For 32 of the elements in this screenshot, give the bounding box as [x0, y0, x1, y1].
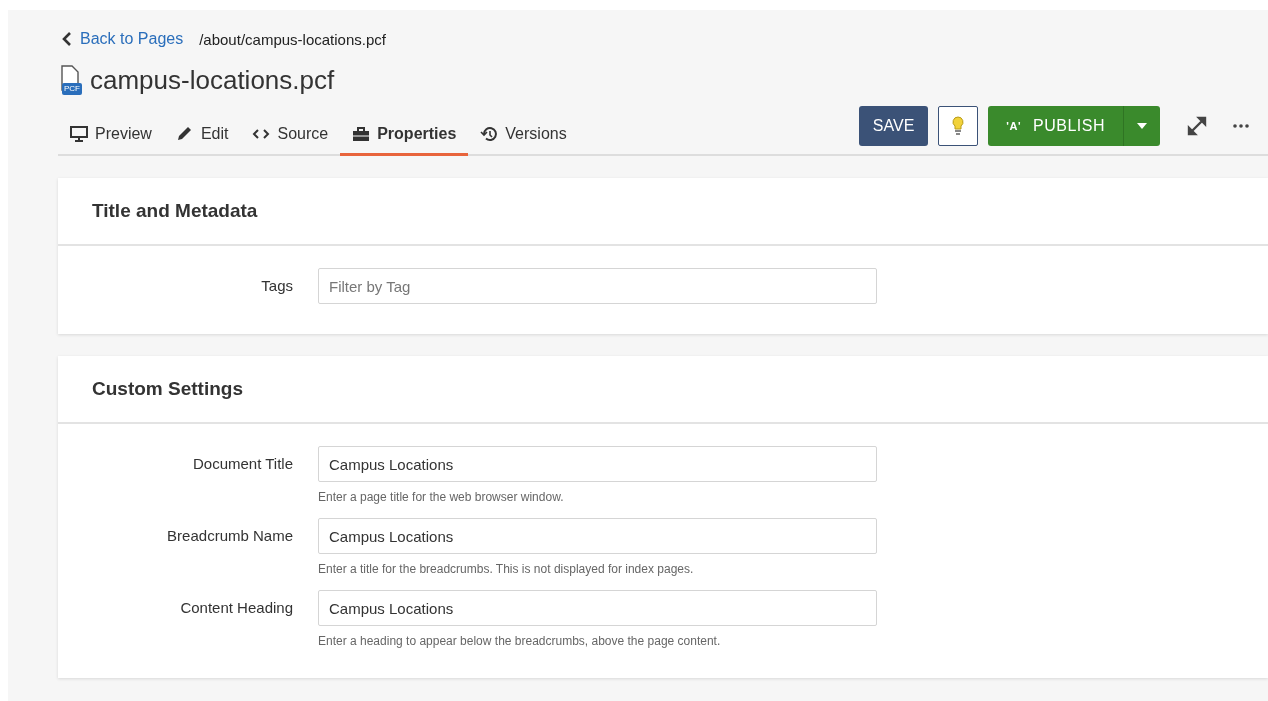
- help-text: Enter a page title for the web browser window.: [318, 490, 565, 504]
- help-text: Enter a title for the breadcrumbs. This is not displayed for index pages.: [318, 562, 695, 576]
- field-label: Tags: [260, 276, 293, 296]
- monitor-icon: [70, 126, 88, 142]
- tab[interactable]: Preview: [58, 115, 164, 156]
- section-title: Custom Settings: [58, 356, 1268, 424]
- tab[interactable]: Properties: [340, 115, 469, 156]
- text-field[interactable]: Campus Locations: [318, 446, 877, 482]
- lightbulb-icon: [952, 116, 965, 136]
- more-icon: [1233, 124, 1249, 128]
- page-path: /about/campus-locations.pcf: [199, 30, 386, 48]
- file-name: campus-locations.pcf: [90, 64, 335, 96]
- tab[interactable]: Edit: [163, 115, 241, 156]
- lightbulb-button[interactable]: [938, 106, 979, 146]
- pencil-icon: [175, 126, 194, 142]
- tab[interactable]: Source: [240, 115, 341, 156]
- save-button[interactable]: SAVE: [858, 106, 929, 146]
- caret-icon: [1137, 123, 1147, 129]
- tab[interactable]: Versions: [468, 115, 579, 156]
- chevron-left-icon: [62, 32, 72, 46]
- text-field[interactable]: Campus Locations: [318, 518, 877, 554]
- broadcast-icon: 'A': [1006, 120, 1022, 132]
- field-label: Document Title: [191, 454, 293, 474]
- text-field[interactable]: Filter by Tag: [318, 268, 877, 304]
- toolbox-icon: [352, 126, 371, 142]
- history-icon: [480, 126, 499, 142]
- field-label: Breadcrumb Name: [166, 526, 293, 546]
- section-title: Title and Metadata: [58, 178, 1268, 246]
- expand-icon: [1187, 116, 1207, 136]
- field-label: Content Heading: [179, 598, 293, 618]
- help-text: Enter a heading to appear below the breadcrumbs, above the page content.: [318, 634, 722, 648]
- text-field[interactable]: Campus Locations: [318, 590, 877, 626]
